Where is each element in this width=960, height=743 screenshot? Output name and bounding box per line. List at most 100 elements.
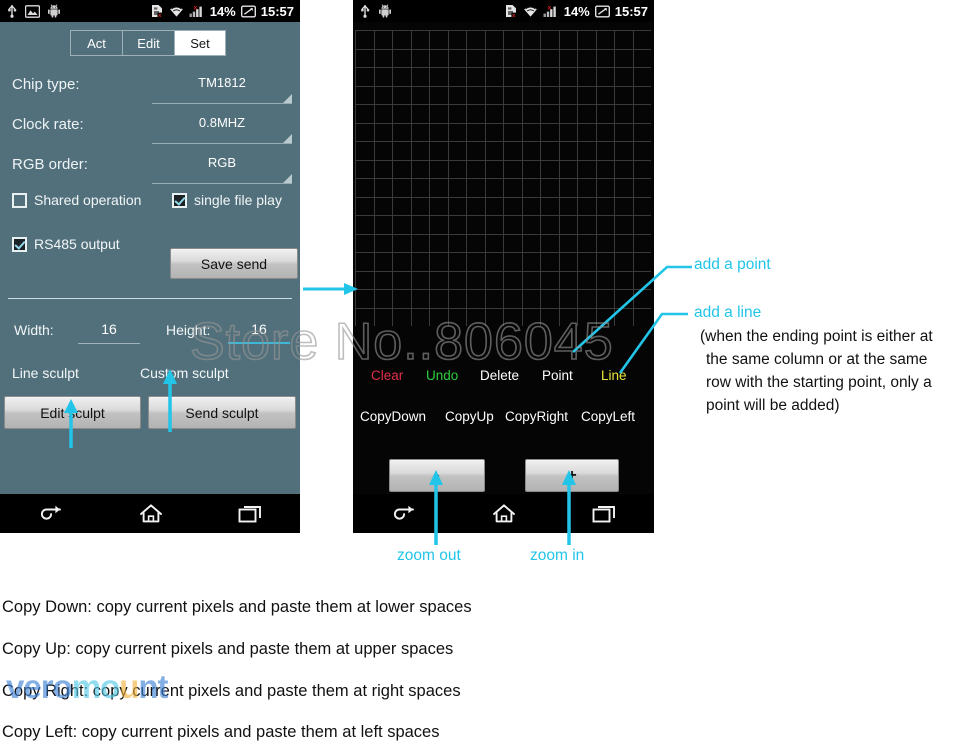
line-sculpt-label: Line sculpt (12, 365, 79, 381)
annotation-zoom-out: zoom out (397, 547, 461, 564)
annotation-note-line-2: the same column or at the same (706, 351, 928, 368)
height-input[interactable]: 16 (228, 320, 290, 344)
back-icon[interactable] (38, 504, 64, 524)
chip-type-spinner[interactable]: TM1812 (152, 70, 292, 104)
description-copy-up: Copy Up: copy current pixels and paste t… (2, 640, 454, 658)
annotation-note-line-3: row with the starting point, only a (706, 374, 932, 391)
height-label: Height: (166, 322, 211, 338)
wifi-icon (523, 5, 538, 18)
copy-left-button[interactable]: CopyLeft (581, 409, 635, 424)
recent-apps-icon[interactable] (592, 504, 616, 524)
copy-right-button[interactable]: CopyRight (505, 409, 568, 424)
height-value: 16 (251, 321, 267, 337)
left-phone-body: Act Edit Set Chip type: TM1812 Clock rat… (0, 22, 300, 494)
flow-arrow-left-to-right (303, 283, 358, 295)
svg-text:x: x (193, 4, 197, 11)
width-value: 16 (101, 321, 117, 337)
gallery-icon (25, 4, 40, 18)
clock-rate-spinner[interactable]: 0.8MHZ (152, 110, 292, 144)
checkbox-label: Shared operation (34, 192, 142, 208)
home-icon[interactable] (492, 503, 516, 524)
sim-error-icon: x (151, 4, 164, 18)
battery-percent: 14% (563, 3, 590, 19)
point-button[interactable]: Point (542, 368, 573, 383)
copy-down-button[interactable]: CopyDown (360, 409, 426, 424)
annotation-note-line-1: (when the ending point is either at (700, 328, 933, 345)
zoom-in-button[interactable]: + (525, 459, 619, 492)
save-send-button[interactable]: Save send (170, 248, 298, 279)
spinner-triangle-icon (283, 94, 292, 103)
status-right-icons: x x 14% 15:57 (151, 4, 294, 18)
clock: 15:57 (614, 3, 648, 19)
left-status-bar: x x 14% 15:57 (0, 0, 300, 22)
status-left-icons (359, 4, 392, 18)
usb-icon (6, 4, 18, 18)
edit-sculpt-button[interactable]: Edit sculpt (4, 396, 141, 429)
input-underline-focused (228, 342, 290, 344)
description-copy-right: Copy Right: copy current pixels and past… (2, 682, 461, 700)
back-icon[interactable] (391, 504, 417, 524)
android-icon (378, 4, 392, 18)
input-underline (78, 343, 140, 344)
pixel-canvas-grid[interactable] (355, 30, 651, 326)
clear-button[interactable]: Clear (371, 368, 403, 383)
copy-up-button[interactable]: CopyUp (445, 409, 494, 424)
tab-edit[interactable]: Edit (122, 30, 174, 56)
android-icon (47, 4, 61, 18)
screenshot-icon (594, 5, 610, 18)
description-copy-down: Copy Down: copy current pixels and paste… (2, 598, 472, 616)
send-sculpt-button[interactable]: Send sculpt (148, 396, 296, 429)
home-icon[interactable] (139, 503, 163, 524)
checkbox-box-icon (12, 236, 27, 252)
annotation-zoom-in: zoom in (530, 547, 585, 564)
annotation-add-a-line: add a line (694, 304, 762, 321)
tab-set[interactable]: Set (174, 30, 226, 56)
left-phone-screenshot: x x 14% 15:57 Act Edit Set Chip type: TM… (0, 0, 300, 533)
clock: 15:57 (260, 3, 294, 19)
checkbox-label: RS485 output (34, 236, 120, 252)
recent-apps-icon[interactable] (238, 504, 262, 524)
annotation-add-a-point: add a point (694, 256, 771, 273)
checkbox-single-file-play[interactable]: single file play (172, 192, 282, 208)
sim-error-icon: x (505, 4, 518, 18)
rgb-order-spinner[interactable]: RGB (152, 150, 292, 184)
chip-type-row: Chip type: TM1812 (0, 70, 300, 110)
checkbox-box-icon (12, 192, 27, 208)
clock-rate-value: 0.8MHZ (198, 115, 246, 130)
right-phone-body: Clear Undo Delete Point Line CopyDown Co… (353, 22, 654, 494)
right-status-bar: x x 14% 15:57 (353, 0, 654, 22)
chip-type-label: Chip type: (12, 76, 80, 93)
rgb-order-value: RGB (207, 155, 237, 170)
left-nav-bar (0, 494, 300, 533)
signal-error-icon: x (543, 4, 559, 18)
checkbox-rs485-output[interactable]: RS485 output (12, 236, 120, 252)
spinner-underline (152, 103, 292, 104)
spinner-triangle-icon (283, 174, 292, 183)
checkbox-box-icon (172, 192, 187, 208)
description-copy-left: Copy Left: copy current pixels and paste… (2, 723, 440, 741)
status-left-icons (6, 4, 61, 18)
custom-sculpt-label: Custom sculpt (140, 365, 229, 381)
width-input[interactable]: 16 (78, 320, 140, 344)
status-right-icons: x x 14% 15:57 (505, 4, 648, 18)
screenshot-icon (240, 5, 256, 18)
right-phone-screenshot: x x 14% 15:57 Clear Undo Delete Point Li… (353, 0, 654, 533)
svg-text:x: x (547, 4, 551, 11)
checkbox-shared-operation[interactable]: Shared operation (12, 192, 141, 208)
right-nav-bar (353, 494, 654, 533)
line-button[interactable]: Line (601, 368, 627, 383)
undo-button[interactable]: Undo (426, 368, 458, 383)
signal-error-icon: x (189, 4, 205, 18)
rgb-order-row: RGB order: RGB (0, 150, 300, 190)
clock-rate-row: Clock rate: 0.8MHZ (0, 110, 300, 150)
spinner-underline (152, 143, 292, 144)
wifi-icon (169, 5, 184, 18)
zoom-out-button[interactable]: - (389, 459, 485, 492)
battery-percent: 14% (209, 3, 236, 19)
width-label: Width: (14, 322, 54, 338)
delete-button[interactable]: Delete (480, 368, 519, 383)
spinner-underline (152, 183, 292, 184)
rgb-order-label: RGB order: (12, 156, 88, 173)
clock-rate-label: Clock rate: (12, 116, 84, 133)
tab-act[interactable]: Act (70, 30, 122, 56)
